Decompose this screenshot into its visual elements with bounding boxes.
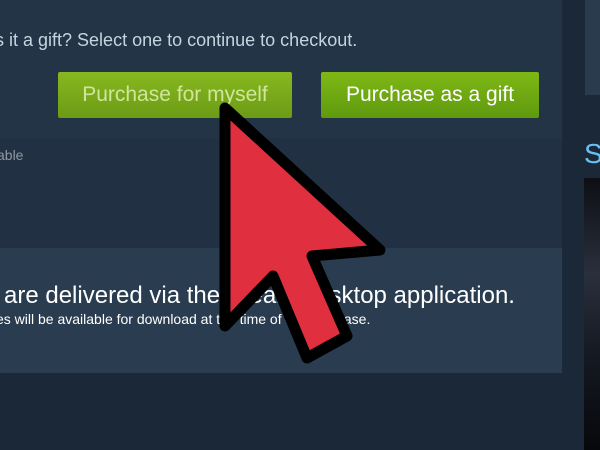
sidebar-heading: S [584,138,600,169]
arrow-cursor-shape [219,102,386,364]
gift-prompt: s it a gift? Select one to continue to c… [0,30,358,50]
sidebar-thumbnail[interactable] [584,178,600,450]
availability-note: able [0,147,24,163]
arrow-cursor-icon [219,102,386,364]
right-sidebar-top [585,0,600,95]
